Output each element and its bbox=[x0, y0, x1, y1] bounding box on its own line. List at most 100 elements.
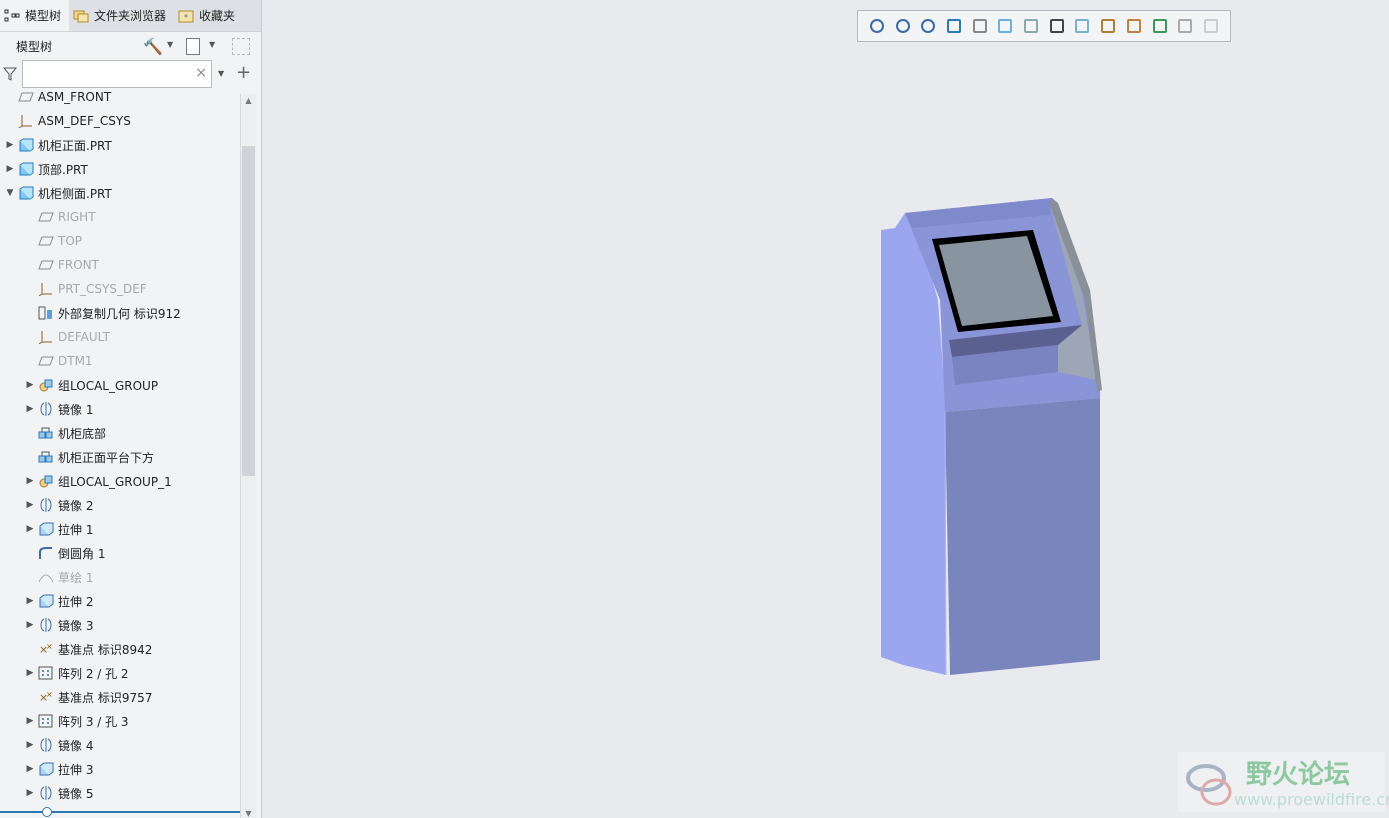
expand-toggle-icon[interactable]: ▶ bbox=[24, 500, 36, 510]
tree-item-label: 镜像 3 bbox=[58, 618, 94, 633]
pattern-icon bbox=[38, 714, 54, 728]
extrude-icon bbox=[38, 762, 54, 776]
tree-item[interactable]: ▶ 镜像 5 bbox=[24, 781, 93, 805]
csys-icon bbox=[38, 282, 54, 297]
expand-toggle-icon[interactable]: ▶ bbox=[24, 716, 36, 726]
tree-item[interactable]: TOP bbox=[24, 229, 82, 253]
expand-toggle-icon[interactable]: ▶ bbox=[24, 668, 36, 678]
tree-item-label: 组LOCAL_GROUP bbox=[58, 378, 159, 393]
add-filter-button[interactable]: + bbox=[236, 62, 251, 83]
3d-model-viewport[interactable] bbox=[262, 0, 1389, 818]
tree-item[interactable]: FRONT bbox=[24, 253, 99, 277]
expand-toggle-icon[interactable]: ▶ bbox=[4, 140, 16, 150]
sketch-icon bbox=[38, 570, 54, 584]
tab-folder-browser[interactable]: 文件夹浏览器 bbox=[69, 0, 174, 31]
expand-toggle-icon[interactable]: ▶ bbox=[24, 404, 36, 414]
settings-dropdown[interactable]: ▼ bbox=[167, 40, 173, 49]
panel-tabs: 模型树 文件夹浏览器 * 收藏夹 bbox=[0, 0, 261, 32]
tree-item[interactable]: ▶ 镜像 2 bbox=[24, 493, 93, 517]
tree-item[interactable]: 机柜底部 bbox=[24, 421, 106, 445]
tree-item[interactable]: ▶ 组LOCAL_GROUP_1 bbox=[24, 469, 172, 493]
tree-item[interactable]: 草绘 1 bbox=[24, 565, 93, 589]
search-dropdown[interactable]: ▼ bbox=[218, 69, 224, 78]
tree-item-label: 机柜正面.PRT bbox=[38, 138, 112, 153]
expand-toggle-icon[interactable]: ▼ bbox=[4, 188, 16, 198]
svg-text:×: × bbox=[46, 642, 53, 651]
panel-splitter[interactable] bbox=[0, 811, 240, 813]
tree-item[interactable]: DEFAULT bbox=[24, 325, 110, 349]
tree-item-label: 机柜正面平台下方 bbox=[58, 450, 155, 465]
tree-columns-icon bbox=[232, 38, 250, 55]
tree-item[interactable]: DTM1 bbox=[24, 349, 93, 373]
group-icon bbox=[38, 378, 54, 392]
tree-item-label: 基准点 标识9757 bbox=[58, 690, 153, 705]
svg-text:×: × bbox=[46, 690, 53, 699]
tab-label: 模型树 bbox=[25, 9, 62, 23]
tab-model-tree[interactable]: 模型树 bbox=[0, 0, 70, 31]
filter-icon[interactable] bbox=[3, 67, 17, 81]
model-front-lower bbox=[945, 398, 1100, 675]
search-input[interactable]: × bbox=[22, 60, 212, 88]
mirror-icon bbox=[38, 786, 54, 800]
tree-item[interactable]: 倒圆角 1 bbox=[24, 541, 105, 565]
tree-scrollbar[interactable]: ▲ ▼ bbox=[240, 94, 256, 818]
tree-item[interactable]: 机柜正面平台下方 bbox=[24, 445, 154, 469]
tree-item[interactable]: ASM_DEF_CSYS bbox=[4, 109, 131, 133]
tree-item-label: 拉伸 3 bbox=[58, 762, 94, 777]
panel-title: 模型树 bbox=[16, 39, 53, 54]
scrollbar-thumb[interactable] bbox=[242, 146, 255, 476]
tree-item[interactable]: × × 基准点 标识8942 bbox=[24, 637, 152, 661]
expand-toggle-icon[interactable]: ▶ bbox=[4, 164, 16, 174]
tree-item-label: DTM1 bbox=[58, 354, 93, 368]
expand-toggle-icon[interactable]: ▶ bbox=[24, 788, 36, 798]
csys-icon bbox=[18, 114, 34, 129]
tree-item[interactable]: ASM_FRONT bbox=[4, 88, 111, 109]
tree-item[interactable]: ▶ 镜像 4 bbox=[24, 733, 93, 757]
tree-item[interactable]: ▶ 拉伸 2 bbox=[24, 589, 93, 613]
tree-item-label: 阵列 2 / 孔 2 bbox=[58, 666, 129, 681]
pattern-icon bbox=[38, 666, 54, 680]
expand-toggle-icon[interactable]: ▶ bbox=[24, 764, 36, 774]
extrude-icon bbox=[38, 522, 54, 536]
show-list-icon[interactable] bbox=[186, 38, 200, 55]
clear-search-icon[interactable]: × bbox=[195, 65, 207, 81]
tree-item[interactable]: 外部复制几何 标识912 bbox=[24, 301, 181, 325]
tree-item[interactable]: ▼ 机柜侧面.PRT bbox=[4, 181, 112, 205]
tree-item[interactable]: ▶ 阵列 3 / 孔 3 bbox=[24, 709, 129, 733]
tree-item[interactable]: ▶ 拉伸 1 bbox=[24, 517, 93, 541]
expand-toggle-icon[interactable]: ▶ bbox=[24, 620, 36, 630]
point-icon: × × bbox=[38, 690, 54, 704]
tree-item[interactable]: ▶ 镜像 3 bbox=[24, 613, 93, 637]
tree-item[interactable]: RIGHT bbox=[24, 205, 96, 229]
show-dropdown[interactable]: ▼ bbox=[209, 40, 215, 49]
part-icon bbox=[18, 186, 34, 200]
splitter-handle[interactable] bbox=[42, 807, 52, 817]
tree-item[interactable]: × × 基准点 标识9757 bbox=[24, 685, 152, 709]
tree-item-label: ASM_DEF_CSYS bbox=[38, 114, 131, 128]
extrude-icon bbox=[38, 594, 54, 608]
tree-item[interactable]: PRT_CSYS_DEF bbox=[24, 277, 147, 301]
expand-toggle-icon[interactable]: ▶ bbox=[24, 524, 36, 534]
tree-item[interactable]: ▶ 镜像 1 bbox=[24, 397, 93, 421]
tree-item[interactable]: ▶ 机柜正面.PRT bbox=[4, 133, 112, 157]
tree-item-label: 镜像 1 bbox=[58, 402, 94, 417]
tree-item-label: TOP bbox=[58, 234, 83, 248]
expand-toggle-icon[interactable]: ▶ bbox=[24, 476, 36, 486]
tree-item[interactable]: ▶ 组LOCAL_GROUP bbox=[24, 373, 159, 397]
scroll-down-arrow[interactable]: ▼ bbox=[241, 809, 256, 818]
tree-item[interactable]: ▶ 阵列 2 / 孔 2 bbox=[24, 661, 129, 685]
plane-icon bbox=[38, 354, 54, 368]
expand-toggle-icon[interactable]: ▶ bbox=[24, 380, 36, 390]
part-icon bbox=[18, 162, 34, 176]
tree-item[interactable]: ▶ 拉伸 3 bbox=[24, 757, 93, 781]
tab-favorites[interactable]: * 收藏夹 bbox=[174, 0, 243, 31]
tree-item[interactable]: ▶ 顶部.PRT bbox=[4, 157, 88, 181]
expand-toggle-icon[interactable]: ▶ bbox=[24, 596, 36, 606]
udf-icon bbox=[38, 426, 54, 440]
settings-tools-icon[interactable]: 🔨 bbox=[143, 37, 163, 56]
group-icon bbox=[38, 474, 54, 488]
tab-label: 收藏夹 bbox=[199, 9, 236, 23]
expand-toggle-icon[interactable]: ▶ bbox=[24, 740, 36, 750]
scroll-up-arrow[interactable]: ▲ bbox=[241, 96, 256, 105]
tree-item-label: 草绘 1 bbox=[58, 570, 94, 585]
